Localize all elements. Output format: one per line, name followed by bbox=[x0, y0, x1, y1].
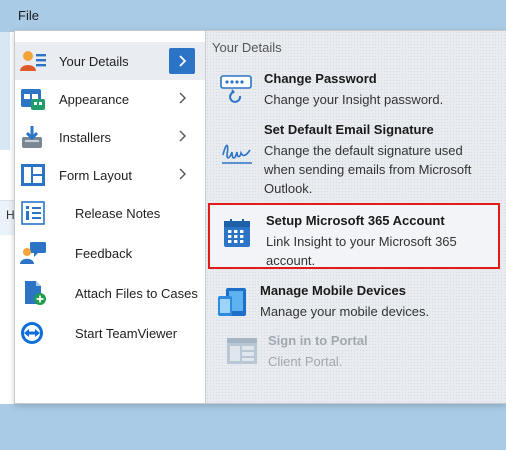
feedback-icon bbox=[19, 241, 47, 265]
option-manage-mobile-devices[interactable]: Manage Mobile Devices Manage your mobile… bbox=[210, 283, 500, 323]
form-layout-icon bbox=[19, 163, 47, 187]
menu-item-start-teamviewer[interactable]: Start TeamViewer bbox=[15, 314, 205, 352]
chevron-right-icon bbox=[175, 129, 189, 143]
user-details-icon bbox=[19, 49, 47, 73]
menu-item-appearance[interactable]: Appearance bbox=[15, 80, 205, 118]
submenu-chevron-button[interactable] bbox=[169, 48, 195, 74]
portal-icon bbox=[226, 337, 260, 367]
teamviewer-icon bbox=[19, 321, 47, 345]
background-bottom-band bbox=[0, 404, 506, 450]
option-email-signature[interactable]: Set Default Email Signature Change the d… bbox=[210, 122, 500, 196]
option-description: Manage your mobile devices. bbox=[260, 304, 430, 319]
menu-item-label: Attach Files to Cases bbox=[75, 286, 198, 301]
your-details-submenu: Your Details Change Password Change your… bbox=[205, 31, 506, 403]
chevron-right-icon bbox=[175, 167, 189, 181]
menu-item-label: Form Layout bbox=[59, 168, 132, 183]
attach-files-icon bbox=[19, 281, 47, 305]
menu-item-attach-files[interactable]: Attach Files to Cases bbox=[15, 274, 205, 312]
option-title: Set Default Email Signature bbox=[264, 122, 434, 137]
menu-item-label: Your Details bbox=[59, 54, 129, 69]
option-description: Change the default signature used when s… bbox=[264, 143, 472, 196]
menu-item-release-notes[interactable]: Release Notes bbox=[15, 194, 205, 232]
option-title: Change Password bbox=[264, 71, 377, 86]
menu-item-your-details[interactable]: Your Details bbox=[15, 42, 205, 80]
option-sign-in-to-portal: Sign in to Portal Client Portal. bbox=[210, 333, 500, 373]
password-icon bbox=[220, 75, 254, 105]
option-description: Client Portal. bbox=[268, 354, 343, 369]
option-setup-microsoft-365[interactable]: Setup Microsoft 365 Account Link Insight… bbox=[208, 203, 500, 269]
menu-item-label: Release Notes bbox=[75, 206, 161, 221]
option-description: Change your Insight password. bbox=[264, 92, 444, 107]
option-title: Setup Microsoft 365 Account bbox=[266, 213, 445, 228]
menu-item-label: Installers bbox=[59, 130, 112, 145]
signature-icon bbox=[220, 138, 254, 168]
menu-bar: File bbox=[0, 0, 506, 32]
menu-item-label: Feedback bbox=[75, 246, 133, 261]
menu-item-installers[interactable]: Installers bbox=[15, 118, 205, 156]
menu-item-label: Appearance bbox=[59, 92, 130, 107]
appearance-icon bbox=[19, 87, 47, 111]
chevron-right-icon bbox=[175, 91, 189, 105]
option-title: Manage Mobile Devices bbox=[260, 283, 406, 298]
menu-item-feedback[interactable]: Feedback bbox=[15, 234, 205, 272]
calendar-icon bbox=[222, 219, 256, 249]
mobile-devices-icon bbox=[216, 287, 250, 317]
file-menu[interactable]: File bbox=[18, 8, 39, 23]
release-notes-icon bbox=[19, 201, 47, 225]
file-dropdown-menu: Your Details Appearance Installers Form … bbox=[14, 30, 506, 404]
option-title: Sign in to Portal bbox=[268, 333, 368, 348]
chevron-right-icon bbox=[179, 55, 187, 67]
menu-item-form-layout[interactable]: Form Layout bbox=[15, 156, 205, 194]
submenu-title: Your Details bbox=[212, 40, 282, 55]
installers-icon bbox=[19, 125, 47, 149]
option-change-password[interactable]: Change Password Change your Insight pass… bbox=[210, 71, 500, 111]
menu-item-label: Start TeamViewer bbox=[75, 326, 178, 341]
option-description: Link Insight to your Microsoft 365 accou… bbox=[266, 234, 457, 268]
menu-left-column: Your Details Appearance Installers Form … bbox=[15, 31, 205, 403]
background-card bbox=[0, 32, 10, 150]
